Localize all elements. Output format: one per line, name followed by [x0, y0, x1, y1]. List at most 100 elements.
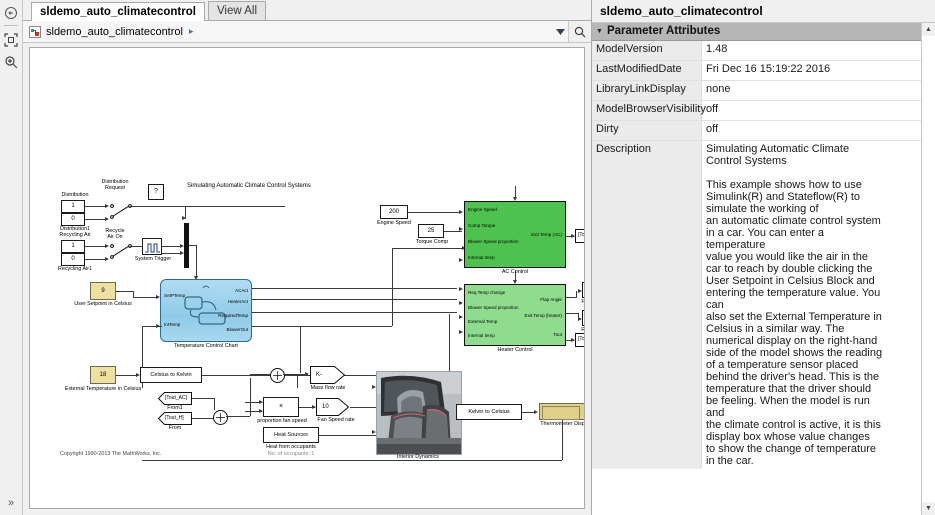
table-row[interactable]: Dirty off: [592, 121, 921, 141]
celsius-to-kelvin-block[interactable]: Celsius to Kelvin: [140, 367, 202, 383]
user-setpoint-constant[interactable]: 9: [90, 282, 116, 300]
from-block[interactable]: [Tout_H]: [157, 412, 192, 425]
wire-arrow: [372, 429, 376, 434]
wire-arrow: [459, 314, 463, 319]
property-name: LibraryLinkDisplay: [592, 81, 702, 100]
scrollbar-track[interactable]: [922, 36, 935, 502]
wire: [515, 270, 516, 281]
wire: [300, 326, 301, 373]
recycling-air1-constant[interactable]: 0: [61, 253, 85, 266]
thermometer-display-block[interactable]: [539, 403, 584, 420]
property-name: ModelVersion: [592, 41, 702, 60]
property-value[interactable]: Fri Dec 16 15:19:22 2016: [702, 61, 921, 80]
heater-control-block[interactable]: Req Temp change Blower Speed proportion …: [464, 284, 566, 346]
tab-view-all[interactable]: View All: [207, 1, 266, 20]
sum-block-2[interactable]: [270, 368, 285, 383]
ac-control-block[interactable]: Engine Speed Comp Torque Blower Speed pr…: [464, 201, 566, 268]
ac-input-blower-speed: Blower Speed proportion: [468, 239, 519, 244]
distribution1-constant[interactable]: 0: [61, 213, 85, 226]
fan-speed-rate-gain[interactable]: 10: [316, 398, 350, 416]
external-temperature-label: External Temperature in Celsius: [64, 386, 142, 392]
wire: [408, 212, 460, 213]
goto1-block[interactable]: [Tout_AC]: [575, 229, 584, 243]
wire: [192, 418, 214, 419]
scroll-down-arrow[interactable]: ▼: [922, 502, 935, 515]
expand-toolstrip-button[interactable]: »: [3, 495, 19, 511]
distribution-constant[interactable]: 1: [61, 200, 85, 213]
property-value[interactable]: off: [702, 121, 921, 140]
table-row[interactable]: ModelVersion 1.48: [592, 41, 921, 61]
wire: [226, 416, 250, 417]
wire: [252, 312, 457, 313]
heater-input-req-temp: Req Temp change: [468, 290, 506, 295]
temperature-control-chart-block[interactable]: SetPTemp IntTemp ACAct HeaterAct Require…: [160, 279, 252, 342]
recycle-air-manual-switch[interactable]: [110, 243, 132, 260]
heater-input-blower-speed: Blower Speed proportion: [468, 305, 519, 310]
system-trigger-block[interactable]: [142, 238, 162, 255]
fan-speed-rate-label: Fan Speed rate: [317, 417, 355, 423]
model-editor-pane: sldemo_auto_climatecontrol View All slde…: [23, 0, 591, 515]
back-arrow-circle-icon[interactable]: [2, 4, 20, 22]
heat-sources-block[interactable]: Heat Sources: [263, 427, 319, 443]
wire: [162, 253, 182, 254]
simulink-editor-window: » sldemo_auto_climatecontrol View All sl…: [0, 0, 935, 515]
wire: [142, 326, 162, 327]
table-row[interactable]: LastModifiedDate Fri Dec 16 15:19:22 201…: [592, 61, 921, 81]
proportion-fan-speed-label: proportion fan speed: [257, 418, 307, 424]
recycling-air-constant[interactable]: 1: [61, 240, 85, 253]
kelvin-to-celsius-block[interactable]: Kelvin to Celsius: [456, 404, 522, 420]
thermometer-display-label: Thermometer Display: [540, 421, 585, 427]
mass-flow-rate-gain[interactable]: K-: [310, 366, 346, 384]
table-row-description[interactable]: Description Simulating Automatic Climate…: [592, 141, 921, 469]
wire-arrow: [105, 243, 109, 248]
interior-dynamics-image[interactable]: [376, 371, 462, 455]
inspector-scrollbar[interactable]: ▲ ▼: [921, 23, 935, 515]
description-value[interactable]: Simulating Automatic Climate Control Sys…: [702, 141, 921, 469]
ac-input-comp-torque: Comp Torque: [468, 223, 496, 228]
chevron-down-icon[interactable]: [552, 22, 568, 42]
from1-block[interactable]: [Tout_AC]: [157, 392, 192, 405]
property-name: ModelBrowserVisibility: [592, 101, 706, 120]
external-temperature-constant[interactable]: 18: [90, 366, 116, 384]
wire-arrow: [459, 300, 463, 305]
scroll-up-arrow[interactable]: ▲: [922, 23, 935, 36]
goto-block[interactable]: [Tout_H]: [575, 333, 585, 347]
triangle-down-icon[interactable]: ▼: [596, 23, 603, 40]
sum-block-1[interactable]: [213, 410, 228, 425]
property-value[interactable]: off: [702, 101, 921, 120]
proportion-fan-speed-product[interactable]: ×: [263, 397, 299, 417]
zoom-in-icon[interactable]: [2, 53, 20, 71]
property-name: LastModifiedDate: [592, 61, 702, 80]
from-tag: [Tout_H]: [165, 414, 184, 421]
wire-arrow: [459, 257, 463, 262]
engine-speed-constant[interactable]: 200: [380, 205, 408, 219]
heater-output-tout: Tout: [553, 332, 562, 337]
heater-control-label: Heater Control: [497, 347, 533, 353]
tab-sldemo-auto-climatecontrol[interactable]: sldemo_auto_climatecontrol: [31, 2, 205, 21]
recycle-air-on-label: Recycle Air On: [105, 228, 125, 241]
wire: [392, 248, 464, 249]
goto-tag: [Tout_H]: [578, 336, 585, 342]
property-rows: ModelVersion 1.48 LastModifiedDate Fri D…: [592, 41, 921, 515]
torque-comp-constant[interactable]: 25: [418, 224, 444, 238]
wire: [252, 288, 457, 289]
property-value[interactable]: 1.48: [702, 41, 921, 60]
req-tout-scope[interactable]: [582, 310, 584, 326]
wire: [566, 313, 578, 314]
model-canvas[interactable]: Simulating Automatic Climate Control Sys…: [29, 47, 585, 509]
search-icon[interactable]: [568, 21, 591, 42]
flap-pos-scope[interactable]: [582, 282, 584, 298]
engine-speed-label: Engine Speed: [377, 220, 411, 226]
inspector-title: sldemo_auto_climatecontrol: [592, 0, 935, 22]
breadcrumb-path[interactable]: sldemo_auto_climatecontrol: [46, 26, 183, 38]
table-row[interactable]: ModelBrowserVisibility off: [592, 101, 921, 121]
distribution-manual-switch[interactable]: [110, 203, 132, 220]
doc-help-block[interactable]: ?: [148, 184, 164, 200]
section-title: Parameter Attributes: [606, 25, 721, 37]
table-row[interactable]: LibraryLinkDisplay none: [592, 81, 921, 101]
fit-to-view-icon[interactable]: [2, 31, 20, 49]
wire: [449, 314, 450, 375]
recycling-air1-label: Recycling Air1: [57, 266, 93, 272]
parameter-attributes-section-header[interactable]: ▼ Parameter Attributes: [592, 23, 921, 41]
property-value[interactable]: none: [702, 81, 921, 100]
